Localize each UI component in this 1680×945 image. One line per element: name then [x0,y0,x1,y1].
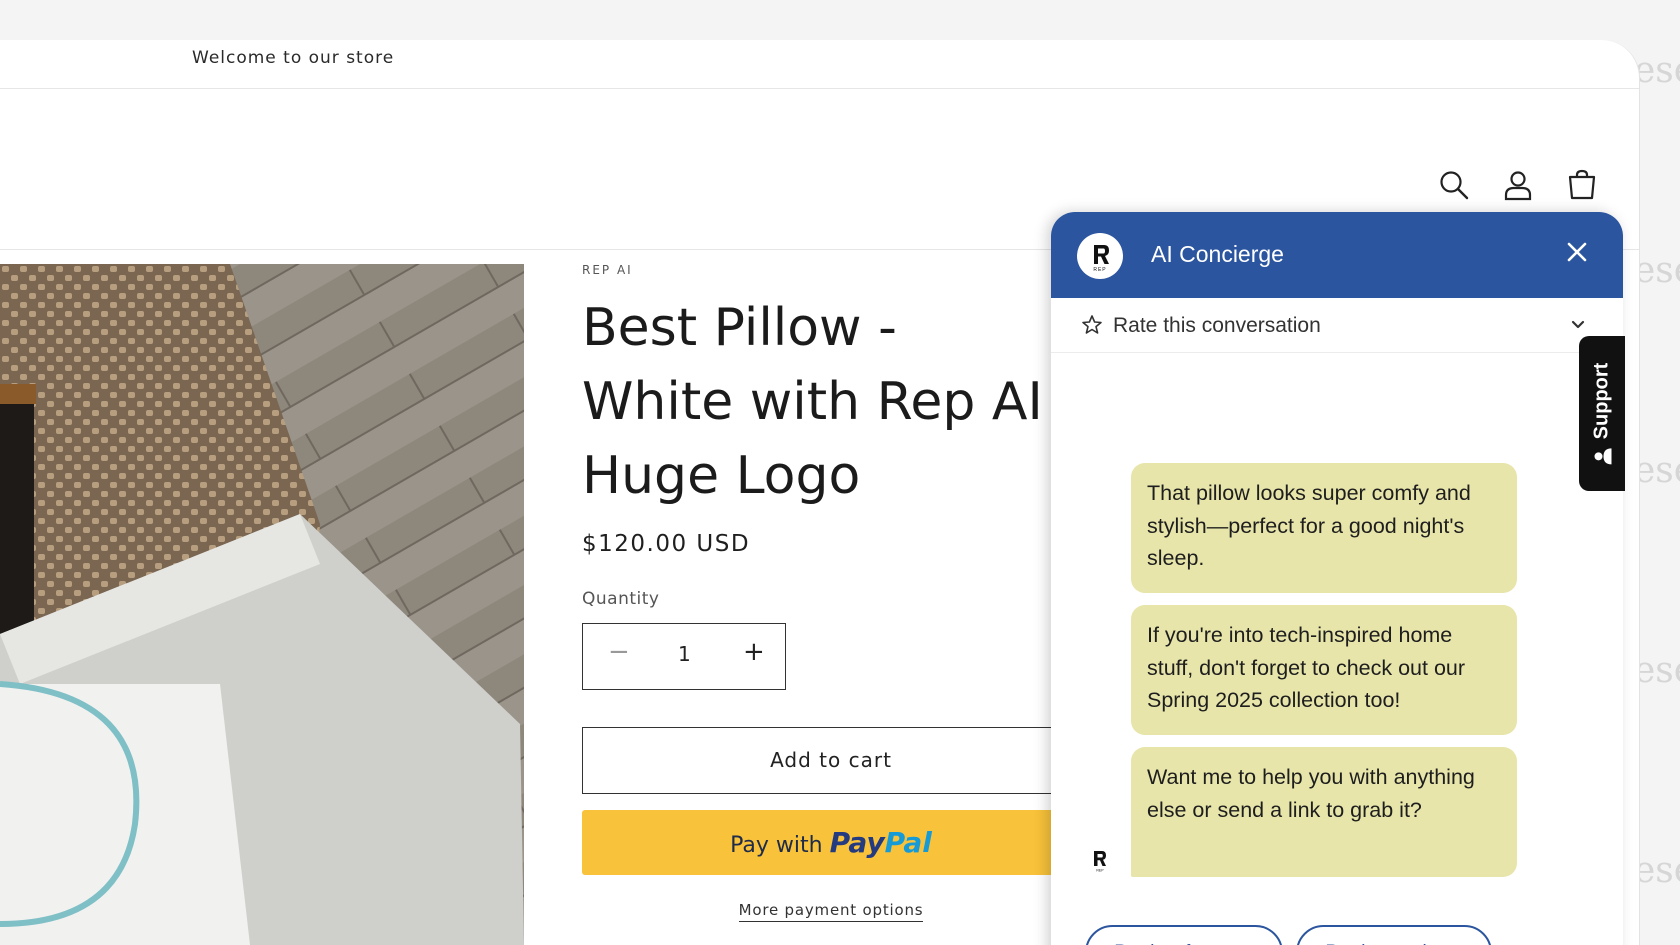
quantity-input[interactable]: 1 [678,642,691,666]
watermark-text: ese [1634,450,1680,491]
product-info: REP AI Best Pillow - White with Rep AI H… [582,263,1080,922]
support-tab-content: Support [1591,362,1614,465]
support-tab-label: Support [1590,362,1613,439]
quick-reply-product-variants[interactable]: Product variants [1296,925,1492,945]
chat-header: REP AI Concierge [1051,212,1623,298]
quick-reply-product-features[interactable]: Product features [1085,925,1283,945]
product-price: $120.00 USD [582,531,751,557]
watermark-text: ese [1634,850,1680,891]
paypal-prefix: Pay with [730,833,823,858]
search-icon[interactable] [1438,169,1470,201]
chat-message: Want me to help you with anything else o… [1131,747,1517,877]
watermark-text: ese [1634,50,1680,91]
product-image [0,264,524,945]
support-tab[interactable]: Support [1579,336,1625,491]
more-payment-options-link[interactable]: More payment options [582,901,1080,922]
paypal-button[interactable]: Pay with PayPal [582,810,1080,875]
add-to-cart-button[interactable]: Add to cart [582,727,1080,794]
chat-widget: REP AI Concierge Rate this conversation … [1051,212,1623,945]
quantity-label: Quantity [582,589,660,609]
product-title: Best Pillow - White with Rep AI Huge Log… [582,298,1043,506]
quantity-increase-button[interactable]: + [743,637,765,667]
cart-icon[interactable] [1566,169,1598,201]
watermark-text: ese [1634,650,1680,691]
chat-message: If you're into tech-inspired home stuff,… [1131,605,1517,735]
rate-conversation-bar[interactable]: Rate this conversation [1051,298,1623,353]
product-vendor: REP AI [582,263,633,277]
paypal-logo-pay: Pay [829,826,885,859]
chat-message: That pillow looks super comfy and stylis… [1131,463,1517,593]
svg-text:REP: REP [1093,267,1106,273]
rep-ai-logo-icon: REP [1077,233,1123,279]
svg-text:REP: REP [1096,869,1104,873]
paypal-logo: PayPal [830,826,932,859]
star-icon [1081,314,1103,336]
support-person-icon [1593,447,1611,465]
quantity-stepper: − 1 + [582,623,786,690]
watermark-text: ese [1634,250,1680,291]
quantity-decrease-button[interactable]: − [608,637,630,667]
paypal-logo-pal: Pal [884,826,932,859]
more-payment-options-label: More payment options [738,901,924,922]
announcement-text: Welcome to our store [192,48,395,68]
store-page: Welcome to our store REP AI Best Pillow … [0,40,1640,945]
close-icon[interactable] [1563,238,1591,266]
announcement-bar: Welcome to our store [0,40,1639,89]
account-icon[interactable] [1502,169,1534,201]
chevron-down-icon[interactable] [1569,316,1587,334]
rate-conversation-label: Rate this conversation [1113,314,1321,337]
bot-avatar-icon: REP [1087,847,1113,873]
chat-title: AI Concierge [1151,241,1284,267]
